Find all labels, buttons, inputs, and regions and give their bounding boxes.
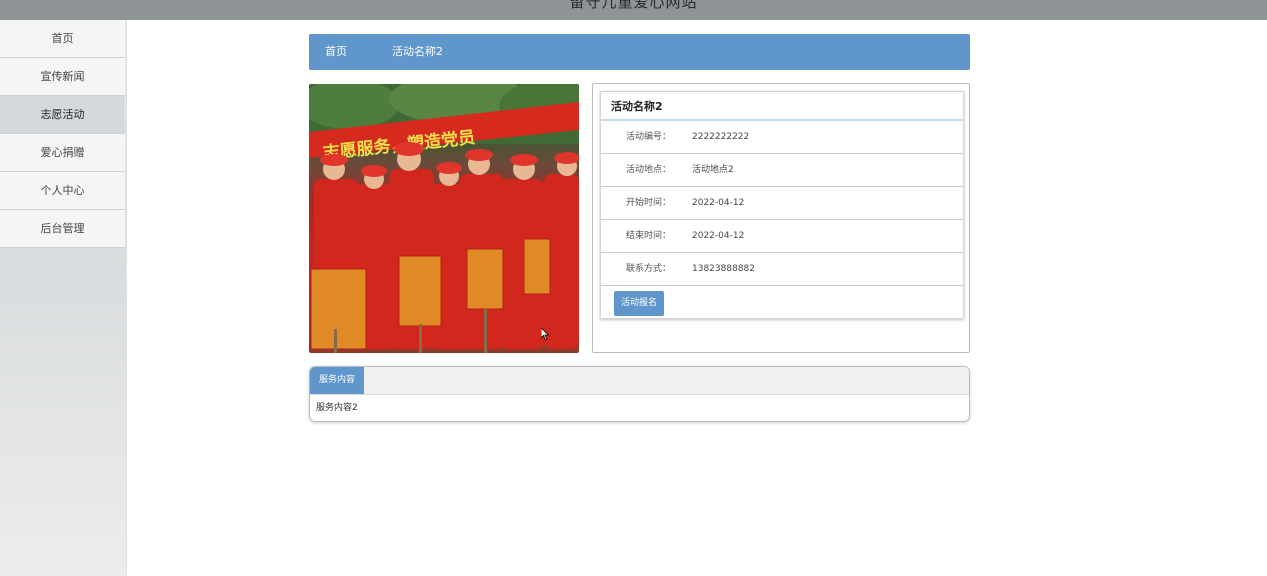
activity-title: 活动名称2 <box>601 92 963 121</box>
activity-info-panel: 活动名称2 活动编号： 2222222222 活动地点： 活动地点2 开始时间： 20… <box>592 83 970 353</box>
activity-field-row: 开始时间： 2022-04-12 <box>601 187 963 220</box>
field-value: 2222222222 <box>692 132 750 142</box>
content-tabs: 服务内容 服务内容2 <box>309 366 970 422</box>
breadcrumb: 首页 活动名称2 <box>309 34 970 70</box>
sidebar-item-volunteer[interactable]: 志愿活动 <box>0 96 125 134</box>
tab-service-content[interactable]: 服务内容 <box>310 367 365 394</box>
sidebar-item-news[interactable]: 宣传新闻 <box>0 58 125 96</box>
field-label: 联系方式： <box>625 264 671 274</box>
sidebar-item-home[interactable]: 首页 <box>0 20 125 58</box>
activity-field-row: 活动编号： 2222222222 <box>601 121 963 154</box>
field-label: 活动地点： <box>625 165 671 175</box>
activity-field-row: 结束时间： 2022-04-12 <box>601 220 963 253</box>
signup-button[interactable]: 活动报名 <box>614 291 665 316</box>
field-label: 结束时间： <box>625 231 671 241</box>
tabs-bar: 服务内容 <box>310 367 969 395</box>
sidebar-item-admin[interactable]: 后台管理 <box>0 210 125 248</box>
activity-field-row: 联系方式： 13823888882 <box>601 253 963 286</box>
activity-field-row: 活动地点： 活动地点2 <box>601 154 963 187</box>
breadcrumb-home-link[interactable]: 首页 <box>325 34 347 70</box>
sidebar-nav: 首页 宣传新闻 志愿活动 爱心捐赠 个人中心 后台管理 <box>0 20 127 576</box>
signup-area: 活动报名 <box>601 286 963 320</box>
activity-photo: 志愿服务，塑造党员 <box>309 84 579 353</box>
top-header: 留守儿童爱心网站 <box>0 0 1267 20</box>
field-value: 13823888882 <box>692 264 755 274</box>
activity-info-card: 活动名称2 活动编号： 2222222222 活动地点： 活动地点2 开始时间： 20… <box>600 91 964 319</box>
tab-content-text: 服务内容2 <box>316 403 358 413</box>
sidebar-item-donation[interactable]: 爱心捐赠 <box>0 134 125 172</box>
field-value: 2022-04-12 <box>692 198 745 208</box>
mouse-pointer-icon <box>541 328 549 340</box>
site-title: 留守儿童爱心网站 <box>569 0 698 11</box>
field-value: 2022-04-12 <box>692 231 745 241</box>
breadcrumb-current: 活动名称2 <box>392 45 443 58</box>
sidebar-item-profile[interactable]: 个人中心 <box>0 172 125 210</box>
field-label: 活动编号： <box>625 132 671 142</box>
volunteer-group-photo-icon: 志愿服务，塑造党员 <box>309 84 579 353</box>
field-value: 活动地点2 <box>692 165 734 175</box>
field-label: 开始时间： <box>625 198 671 208</box>
